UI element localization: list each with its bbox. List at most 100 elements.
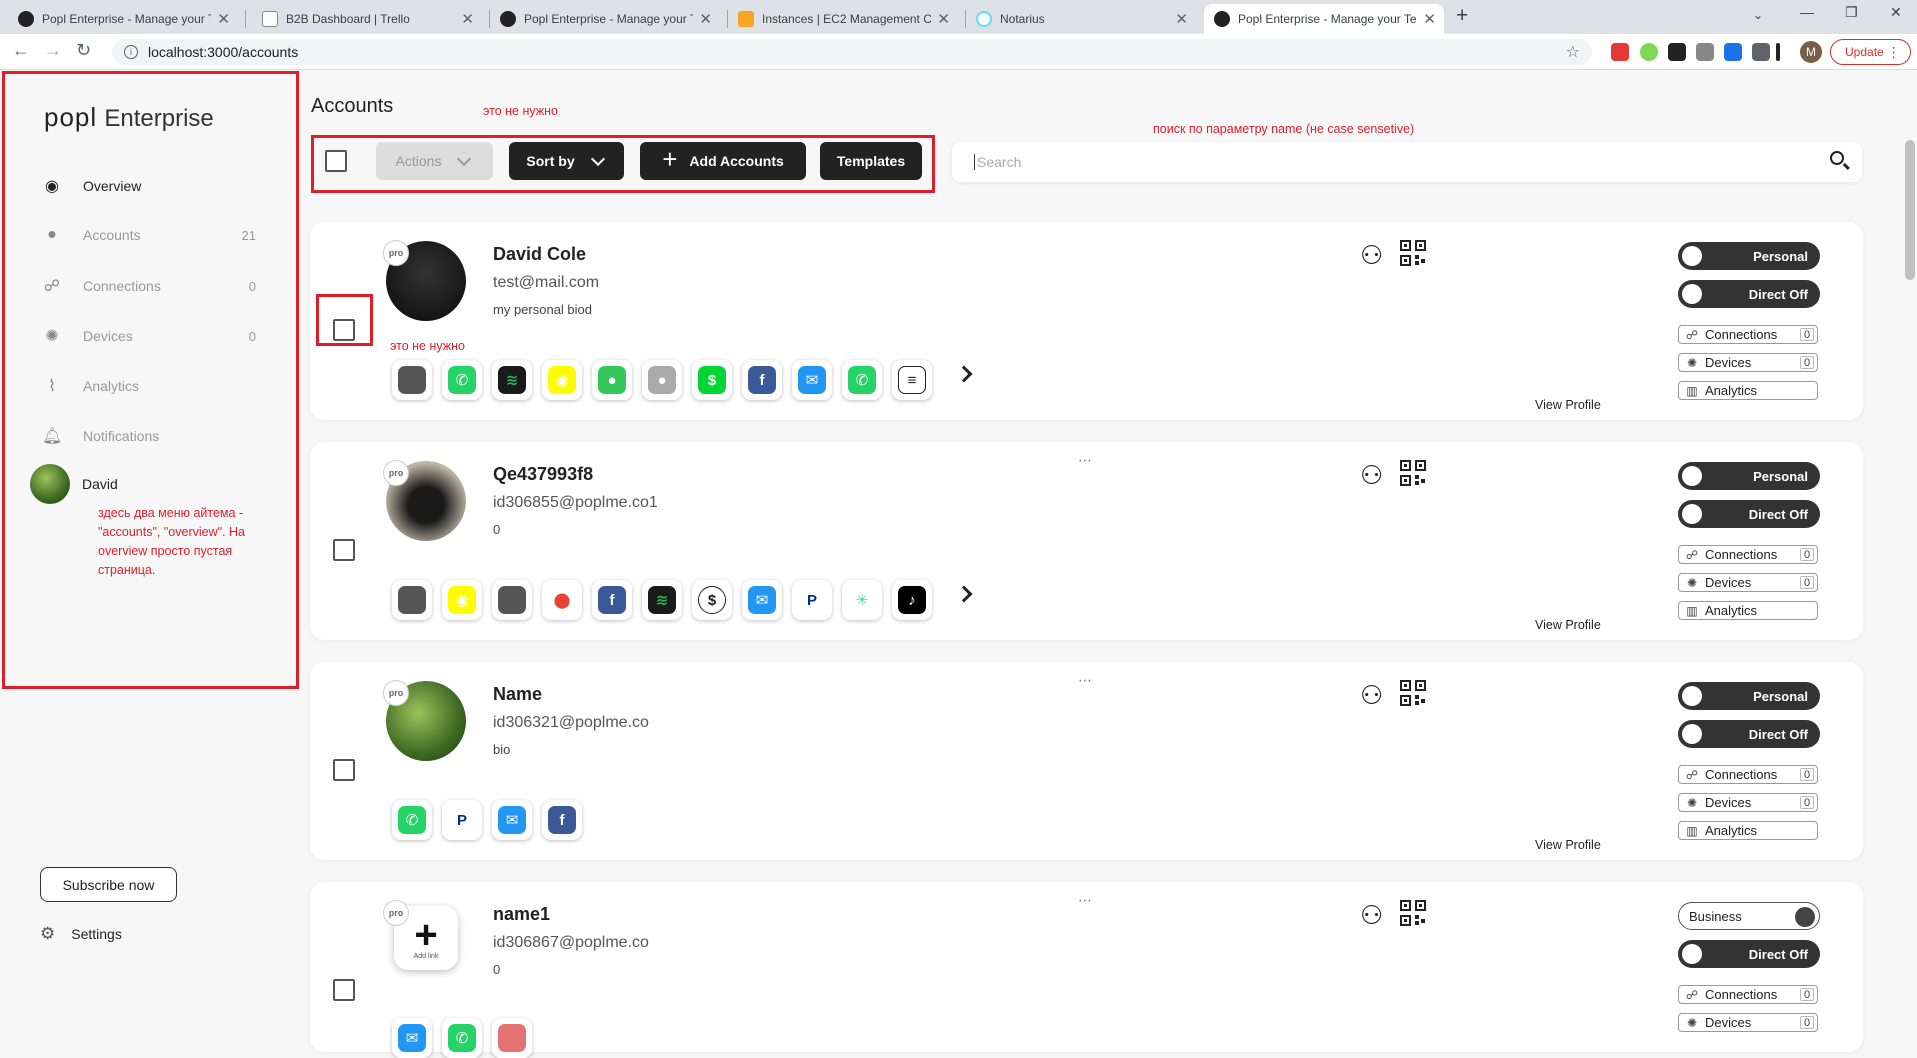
browser-tab[interactable]: Popl Enterprise - Manage your Te ✕ xyxy=(8,4,238,34)
tiktok-link-icon[interactable]: ♪ xyxy=(892,580,932,620)
sort-by-dropdown[interactable]: Sort by xyxy=(509,142,624,180)
more-links-chevron-icon[interactable] xyxy=(955,585,973,603)
close-tab-icon[interactable]: ✕ xyxy=(1423,10,1436,28)
qr-code-icon[interactable] xyxy=(1400,240,1426,266)
snapchat-link-icon[interactable]: ◉ xyxy=(542,360,582,400)
drag-handle-icon[interactable]: ⋯ xyxy=(1078,452,1093,469)
profile-mode-toggle[interactable]: Personal xyxy=(1678,462,1820,490)
qr-code-icon[interactable] xyxy=(1400,900,1426,926)
extensions-puzzle-icon[interactable] xyxy=(1752,43,1770,61)
photo-link-icon[interactable] xyxy=(392,580,432,620)
facebook-link-icon[interactable]: f xyxy=(742,360,782,400)
devices-button[interactable]: ✺ Devices 0 xyxy=(1678,353,1818,372)
email-link-icon[interactable]: ✉ xyxy=(742,580,782,620)
browser-tab[interactable]: Notarius ✕ xyxy=(966,4,1196,34)
extension-icon[interactable] xyxy=(1611,43,1629,61)
devices-button[interactable]: ✺ Devices 0 xyxy=(1678,573,1818,592)
view-profile-link[interactable]: View Profile xyxy=(1535,618,1601,632)
whatsapp-link-icon[interactable]: ✆ xyxy=(442,1018,482,1058)
close-tab-icon[interactable]: ✕ xyxy=(1175,10,1188,28)
whatsapp-link-icon[interactable]: ✆ xyxy=(842,360,882,400)
direct-toggle[interactable]: Direct Off xyxy=(1678,280,1820,308)
direct-toggle[interactable]: Direct Off xyxy=(1678,500,1820,528)
qr-code-icon[interactable] xyxy=(1400,460,1426,486)
extension-icon[interactable] xyxy=(1668,43,1686,61)
email-link-icon[interactable]: ✉ xyxy=(392,1018,432,1058)
connections-button[interactable]: ☍ Connections 0 xyxy=(1678,985,1818,1004)
photo-link-icon[interactable] xyxy=(392,360,432,400)
maps-link-icon[interactable]: ⬤ xyxy=(542,580,582,620)
profile-mode-toggle[interactable]: Personal xyxy=(1678,682,1820,710)
add-accounts-button[interactable]: + Add Accounts xyxy=(640,142,806,180)
tab-search-icon[interactable]: ⌄ xyxy=(1753,8,1763,22)
profile-mode-toggle[interactable]: Personal xyxy=(1678,242,1820,270)
account-checkbox[interactable] xyxy=(333,759,355,781)
linktree-link-icon[interactable]: ✳ xyxy=(842,580,882,620)
email-link-icon[interactable]: ✉ xyxy=(492,800,532,840)
back-icon[interactable]: ← xyxy=(12,40,30,61)
connections-button[interactable]: ☍ Connections 0 xyxy=(1678,545,1818,564)
account-checkbox[interactable] xyxy=(333,979,355,1001)
close-tab-icon[interactable]: ✕ xyxy=(699,10,712,28)
reload-icon[interactable]: ↻ xyxy=(76,40,91,61)
new-tab-icon[interactable]: + xyxy=(1456,4,1468,28)
devices-button[interactable]: ✺ Devices 0 xyxy=(1678,793,1818,812)
close-tab-icon[interactable]: ✕ xyxy=(217,10,230,28)
extension-icon[interactable] xyxy=(1724,43,1742,61)
spotify-link-icon[interactable]: ≋ xyxy=(642,580,682,620)
browser-tab[interactable]: Popl Enterprise - Manage your Te ✕ xyxy=(490,4,720,34)
search-input[interactable] xyxy=(974,154,1774,170)
email-link-icon[interactable]: ✉ xyxy=(792,360,832,400)
analytics-button[interactable]: ▥ Analytics xyxy=(1678,381,1818,400)
minimize-icon[interactable]: — xyxy=(1800,4,1814,20)
actions-dropdown[interactable]: Actions xyxy=(376,142,493,180)
page-scrollbar[interactable] xyxy=(1905,140,1915,280)
view-profile-link[interactable]: View Profile xyxy=(1535,398,1601,412)
whatsapp-link-icon[interactable]: ✆ xyxy=(392,800,432,840)
paypal-link-icon[interactable]: P xyxy=(442,800,482,840)
templates-button[interactable]: Templates xyxy=(820,142,922,180)
share-profile-icon[interactable]: ⚇ xyxy=(1360,240,1383,271)
update-button[interactable]: Update xyxy=(1830,39,1911,65)
view-profile-link[interactable]: View Profile xyxy=(1535,838,1601,852)
browser-tab[interactable]: Instances | EC2 Management Con ✕ xyxy=(728,4,958,34)
contact-link-icon[interactable]: ● xyxy=(642,360,682,400)
extension-icon[interactable] xyxy=(1640,43,1658,61)
dollar-link-icon[interactable]: $ xyxy=(692,580,732,620)
window-close-icon[interactable]: ✕ xyxy=(1890,4,1902,21)
settings-link[interactable]: ⚙ Settings xyxy=(40,924,122,944)
more-links-chevron-icon[interactable] xyxy=(955,365,973,383)
extension-icon[interactable] xyxy=(1776,43,1780,61)
qr-code-icon[interactable] xyxy=(1400,680,1426,706)
share-profile-icon[interactable]: ⚇ xyxy=(1360,680,1383,711)
whatsapp-link-icon[interactable]: ✆ xyxy=(442,360,482,400)
analytics-button[interactable]: ▥ Analytics xyxy=(1678,601,1818,620)
devices-button[interactable]: ✺ Devices 0 xyxy=(1678,1013,1818,1032)
connections-button[interactable]: ☍ Connections 0 xyxy=(1678,325,1818,344)
select-all-checkbox[interactable] xyxy=(325,150,347,172)
search-icon[interactable] xyxy=(1830,151,1844,165)
drag-handle-icon[interactable]: ⋯ xyxy=(1078,672,1093,689)
snapchat-link-icon[interactable]: ◉ xyxy=(442,580,482,620)
analytics-button[interactable]: ▥ Analytics xyxy=(1678,821,1818,840)
restore-icon[interactable]: ❐ xyxy=(1845,4,1858,21)
drag-handle-icon[interactable]: ⋯ xyxy=(1078,892,1093,909)
facebook-link-icon[interactable]: f xyxy=(592,580,632,620)
spotify-link-icon[interactable]: ≋ xyxy=(492,360,532,400)
document-link-icon[interactable]: ≡ xyxy=(892,360,932,400)
direct-toggle[interactable]: Direct Off xyxy=(1678,940,1820,968)
browser-tab-active[interactable]: Popl Enterprise - Manage your Te ✕ xyxy=(1204,4,1444,34)
profile-avatar[interactable]: M xyxy=(1800,41,1822,63)
share-profile-icon[interactable]: ⚇ xyxy=(1360,900,1383,931)
facebook-link-icon[interactable]: f xyxy=(542,800,582,840)
paypal-link-icon[interactable]: P xyxy=(792,580,832,620)
account-checkbox[interactable] xyxy=(333,539,355,561)
subscribe-button[interactable]: Subscribe now xyxy=(40,867,177,902)
cashapp-link-icon[interactable]: $ xyxy=(692,360,732,400)
extension-icon[interactable] xyxy=(1696,43,1714,61)
connections-button[interactable]: ☍ Connections 0 xyxy=(1678,765,1818,784)
address-bar[interactable]: i localhost:3000/accounts ☆ xyxy=(112,39,1592,65)
share-profile-icon[interactable]: ⚇ xyxy=(1360,460,1383,491)
photo-link-icon[interactable] xyxy=(492,580,532,620)
bookmark-star-icon[interactable]: ☆ xyxy=(1566,42,1580,62)
